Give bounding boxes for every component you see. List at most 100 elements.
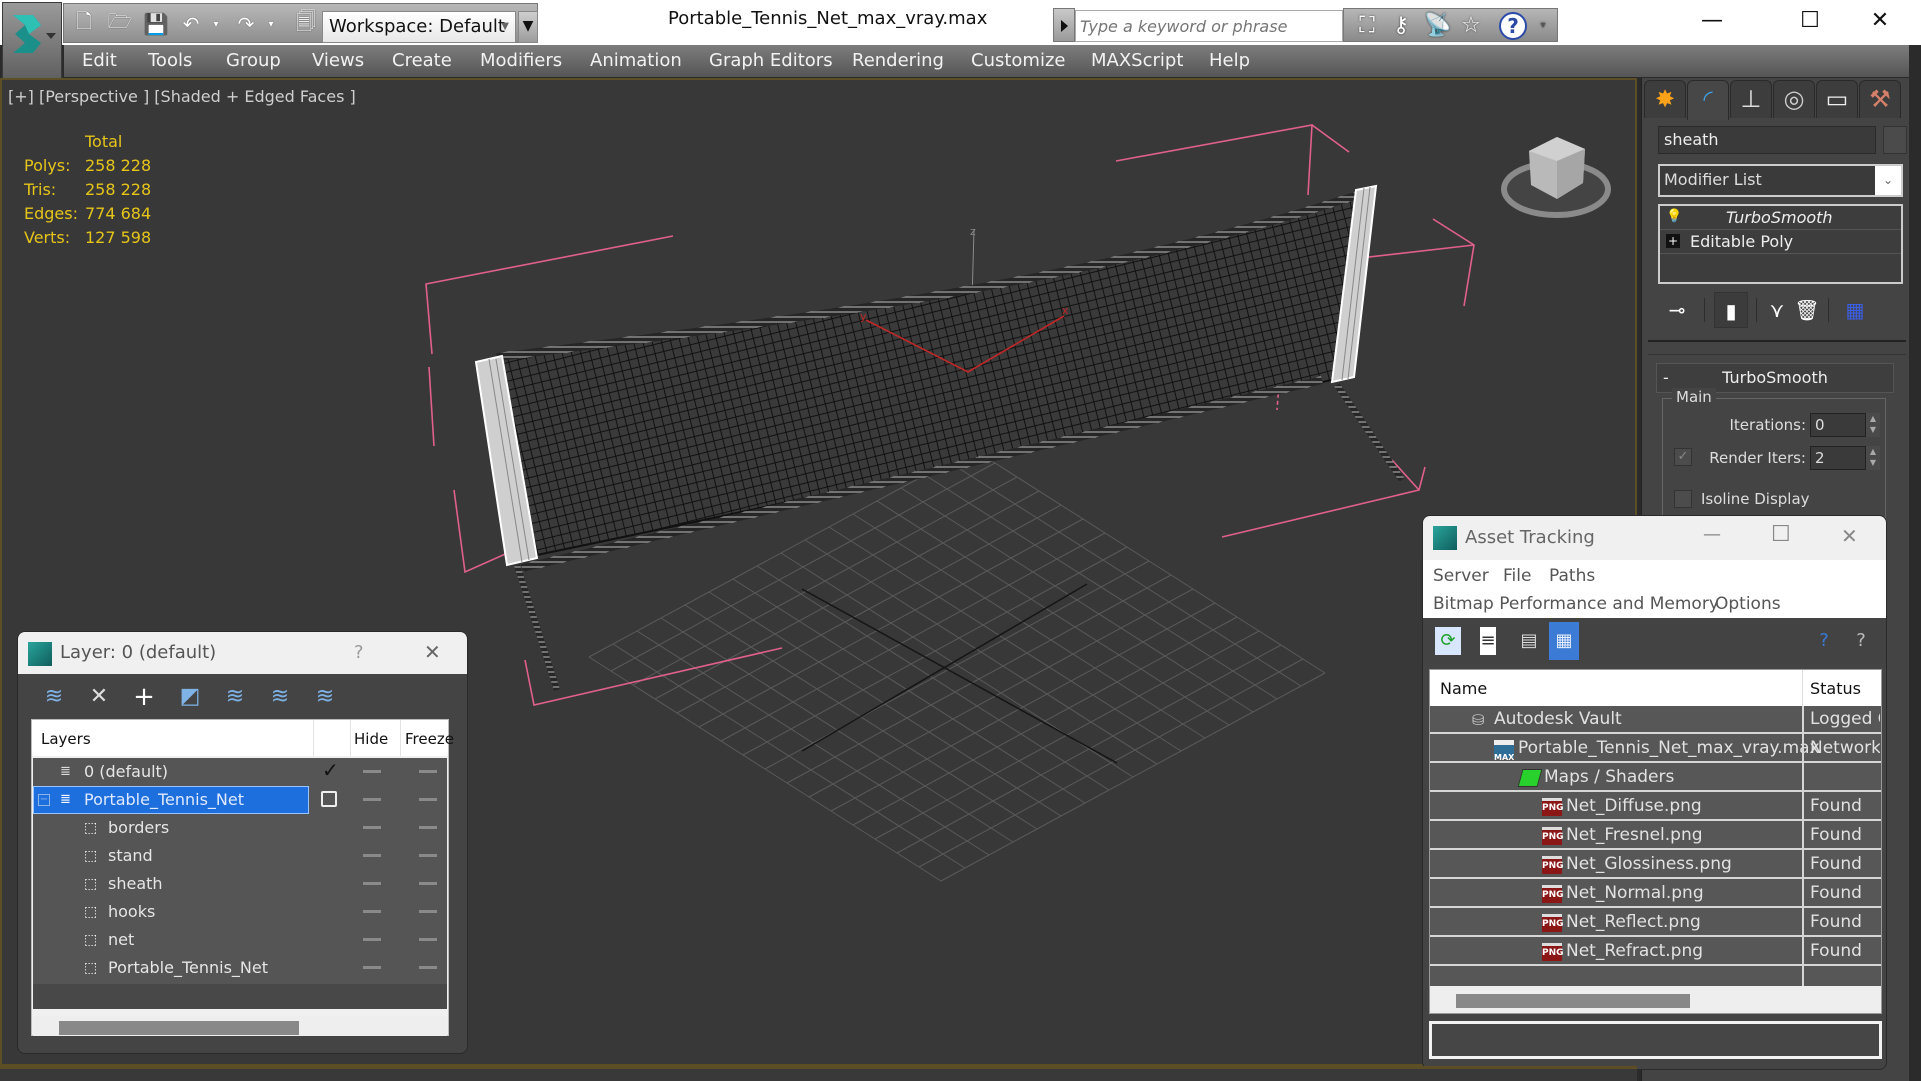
column-freeze[interactable]: Freeze [405, 730, 454, 748]
column-hide[interactable]: Hide [354, 730, 388, 748]
layer-dialog-titlebar[interactable]: Layer: 0 (default) ? ✕ [18, 632, 467, 674]
asset-row[interactable]: PNG Net_Glossiness.png Found [1430, 851, 1881, 879]
menu-views[interactable]: Views [312, 50, 364, 71]
open-file-icon[interactable]: 🗁 [108, 9, 133, 36]
redo-icon[interactable]: ↷ [234, 12, 258, 36]
modifier-stack-item[interactable]: 💡 TurboSmooth [1660, 206, 1901, 230]
show-end-result-icon[interactable]: ▮ [1714, 292, 1748, 328]
render-iters-spinner-field[interactable]: 2 [1810, 446, 1866, 470]
menu-graph-editors[interactable]: Graph Editors [709, 50, 833, 71]
menu-animation[interactable]: Animation [590, 50, 682, 71]
close-button[interactable]: ✕ [1858, 6, 1902, 36]
asset-row[interactable]: MAX Portable_Tennis_Net_max_vray.max Net… [1430, 735, 1881, 763]
asset-tracking-titlebar[interactable]: Asset Tracking — ☐ ✕ [1423, 516, 1886, 560]
minimize-button[interactable]: — [1690, 6, 1734, 36]
close-button[interactable]: ✕ [1841, 524, 1858, 548]
menu-paths[interactable]: Paths [1549, 566, 1595, 586]
maximize-button[interactable]: ☐ [1788, 6, 1832, 36]
table-view-icon[interactable]: ▦ [1549, 622, 1579, 660]
layer-row[interactable]: − ≣ Portable_Tennis_Net [33, 786, 447, 814]
select-layer-icon[interactable]: ≋ [221, 683, 249, 711]
project-folder-icon[interactable]: 🗐 [294, 9, 318, 36]
freeze-toggle[interactable] [419, 966, 437, 969]
menu-bitmap-performance[interactable]: Bitmap Performance and Memory [1433, 594, 1719, 614]
add-to-layer-icon[interactable]: + [130, 683, 158, 711]
menu-help[interactable]: Help [1209, 50, 1250, 71]
menu-options[interactable]: Options [1715, 594, 1781, 614]
viewcube-icon[interactable] [1499, 125, 1614, 225]
object-row[interactable]: ⬚ borders [33, 814, 447, 842]
scrollbar-thumb[interactable] [59, 1021, 299, 1035]
hierarchy-tab[interactable]: ⊥ [1730, 80, 1772, 118]
freeze-toggle[interactable] [419, 938, 437, 941]
star-icon[interactable]: ☆ [1458, 13, 1484, 39]
freeze-toggle[interactable] [419, 826, 437, 829]
expand-plus-icon[interactable]: + [1666, 234, 1680, 248]
object-row[interactable]: ⬚ Portable_Tennis_Net [33, 954, 447, 982]
create-layer-icon[interactable]: ≋ [40, 683, 68, 711]
thumbnail-view-icon[interactable]: ▤ [1516, 627, 1542, 655]
render-iters-spinner-arrows[interactable]: ▲ ▼ [1866, 446, 1880, 470]
asset-row[interactable]: PNG Net_Diffuse.png Found [1430, 793, 1881, 821]
undo-dropdown-icon[interactable]: ▾ [204, 12, 228, 36]
freeze-toggle[interactable] [419, 910, 437, 913]
workspace-dropdown[interactable]: Workspace: Default ▼ [322, 11, 516, 43]
modifier-stack-item[interactable]: + Editable Poly [1660, 230, 1901, 254]
freeze-toggle[interactable] [419, 770, 437, 773]
layer-row[interactable]: ≣ 0 (default) ✓ [33, 758, 447, 786]
redo-dropdown-icon[interactable]: ▾ [259, 12, 283, 36]
display-tab[interactable]: ▭ [1816, 80, 1858, 118]
application-menu-button[interactable] [2, 2, 62, 82]
help-icon[interactable]: ? [1848, 627, 1874, 655]
configure-modifier-sets-icon[interactable]: ▦ [1838, 292, 1872, 328]
toolbar-overflow-button[interactable]: ▼ [518, 11, 538, 43]
menu-rendering[interactable]: Rendering [852, 50, 944, 71]
hide-toggle[interactable] [363, 826, 381, 829]
horizontal-scrollbar[interactable] [1430, 988, 1881, 1012]
render-iters-checkbox[interactable]: ✓ [1674, 448, 1692, 466]
menu-server[interactable]: Server [1433, 566, 1489, 586]
isoline-display-checkbox[interactable] [1674, 490, 1692, 508]
menu-create[interactable]: Create [392, 50, 452, 71]
object-row[interactable]: ⬚ hooks [33, 898, 447, 926]
minimize-button[interactable]: — [1703, 524, 1721, 545]
remove-modifier-icon[interactable]: 🗑 [1790, 292, 1824, 328]
hide-toggle[interactable] [363, 938, 381, 941]
object-row[interactable]: ⬚ stand [33, 842, 447, 870]
pin-stack-icon[interactable]: ⊸ [1660, 292, 1694, 328]
freeze-toggle[interactable] [419, 798, 437, 801]
hide-toggle[interactable] [363, 798, 381, 801]
column-status[interactable]: Status [1810, 679, 1861, 698]
modifier-list-dropdown[interactable]: Modifier List ⌄ [1658, 164, 1903, 197]
list-view-icon[interactable]: ≡ [1480, 627, 1496, 655]
hide-toggle[interactable] [363, 770, 381, 773]
menu-tools[interactable]: Tools [148, 50, 192, 71]
iterations-spinner-field[interactable]: 0 [1810, 413, 1866, 437]
object-name-field[interactable]: sheath [1658, 126, 1876, 154]
column-name[interactable]: Name [1440, 679, 1487, 698]
freeze-toggle[interactable] [419, 854, 437, 857]
object-row[interactable]: ⬚ sheath [33, 870, 447, 898]
asset-row[interactable]: PNG Net_Reflect.png Found [1430, 909, 1881, 937]
modify-tab[interactable]: ◜ [1687, 80, 1729, 120]
binoculars-icon[interactable]: ⛶ [1354, 13, 1380, 39]
menu-group[interactable]: Group [226, 50, 281, 71]
help-icon[interactable]: ? [1499, 12, 1527, 40]
scrollbar-thumb[interactable] [1456, 994, 1690, 1008]
refresh-icon[interactable]: ⟳ [1435, 627, 1461, 655]
horizontal-scrollbar[interactable] [33, 1016, 447, 1036]
asset-row[interactable]: ⛁ Autodesk Vault Logged O [1430, 706, 1881, 734]
iterations-spinner-arrows[interactable]: ▲ ▼ [1866, 413, 1880, 437]
object-color-swatch[interactable] [1883, 126, 1907, 154]
column-layers[interactable]: Layers [41, 730, 91, 748]
set-current-checkbox[interactable] [321, 791, 337, 807]
asset-row[interactable]: Maps / Shaders [1430, 764, 1881, 792]
menu-customize[interactable]: Customize [971, 50, 1065, 71]
freeze-toggle[interactable] [419, 882, 437, 885]
delete-layer-icon[interactable]: ✕ [85, 683, 113, 711]
hide-toggle[interactable] [363, 854, 381, 857]
maximize-button[interactable]: ☐ [1771, 522, 1791, 547]
lightbulb-icon[interactable]: 💡 [1666, 210, 1682, 224]
select-objects-icon[interactable]: ◩ [176, 683, 204, 711]
highlight-layer-icon[interactable]: ≋ [266, 683, 294, 711]
